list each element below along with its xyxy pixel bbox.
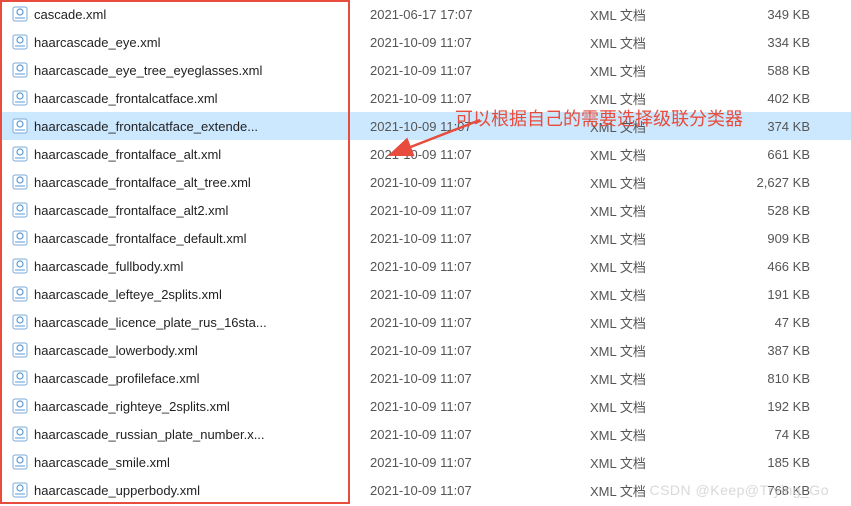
file-size: 466 KB [740,259,810,274]
file-type: XML 文档 [590,201,646,220]
file-date: 2021-10-09 11:07 [370,259,472,274]
file-date: 2021-10-09 11:07 [370,147,472,162]
file-type: XML 文档 [590,145,646,164]
watermark: CSDN @Keep@Trying_Go [649,482,829,498]
annotation-text: 可以根据自己的需要选择级联分类器 [455,105,743,131]
file-size: 909 KB [740,231,810,246]
file-size: 374 KB [740,119,810,134]
file-size: 661 KB [740,147,810,162]
file-type: XML 文档 [590,369,646,388]
file-type: XML 文档 [590,453,646,472]
file-type: XML 文档 [590,257,646,276]
file-type: XML 文档 [590,229,646,248]
file-date: 2021-10-09 11:07 [370,231,472,246]
file-size: 192 KB [740,399,810,414]
file-size: 47 KB [740,315,810,330]
file-date: 2021-10-09 11:07 [370,63,472,78]
file-size: 402 KB [740,91,810,106]
file-date: 2021-10-09 11:07 [370,287,472,302]
file-size: 387 KB [740,343,810,358]
file-size: 191 KB [740,287,810,302]
file-size: 2,627 KB [740,175,810,190]
file-date: 2021-10-09 11:07 [370,343,472,358]
file-size: 349 KB [740,7,810,22]
file-date: 2021-10-09 11:07 [370,483,472,498]
file-list-highlight-box [0,0,350,504]
file-size: 528 KB [740,203,810,218]
file-type: XML 文档 [590,425,646,444]
file-type: XML 文档 [590,313,646,332]
file-date: 2021-10-09 11:07 [370,203,472,218]
file-date: 2021-10-09 11:07 [370,427,472,442]
file-type: XML 文档 [590,481,646,500]
file-date: 2021-10-09 11:07 [370,175,472,190]
file-size: 588 KB [740,63,810,78]
file-size: 185 KB [740,455,810,470]
file-type: XML 文档 [590,5,646,24]
file-date: 2021-10-09 11:07 [370,315,472,330]
file-date: 2021-10-09 11:07 [370,91,472,106]
file-date: 2021-10-09 11:07 [370,371,472,386]
file-type: XML 文档 [590,285,646,304]
file-size: 74 KB [740,427,810,442]
file-type: XML 文档 [590,341,646,360]
file-type: XML 文档 [590,397,646,416]
file-type: XML 文档 [590,33,646,52]
file-date: 2021-10-09 11:07 [370,35,472,50]
file-date: 2021-06-17 17:07 [370,7,473,22]
file-type: XML 文档 [590,61,646,80]
file-size: 810 KB [740,371,810,386]
file-date: 2021-10-09 11:07 [370,455,472,470]
file-size: 334 KB [740,35,810,50]
file-date: 2021-10-09 11:07 [370,399,472,414]
file-type: XML 文档 [590,173,646,192]
